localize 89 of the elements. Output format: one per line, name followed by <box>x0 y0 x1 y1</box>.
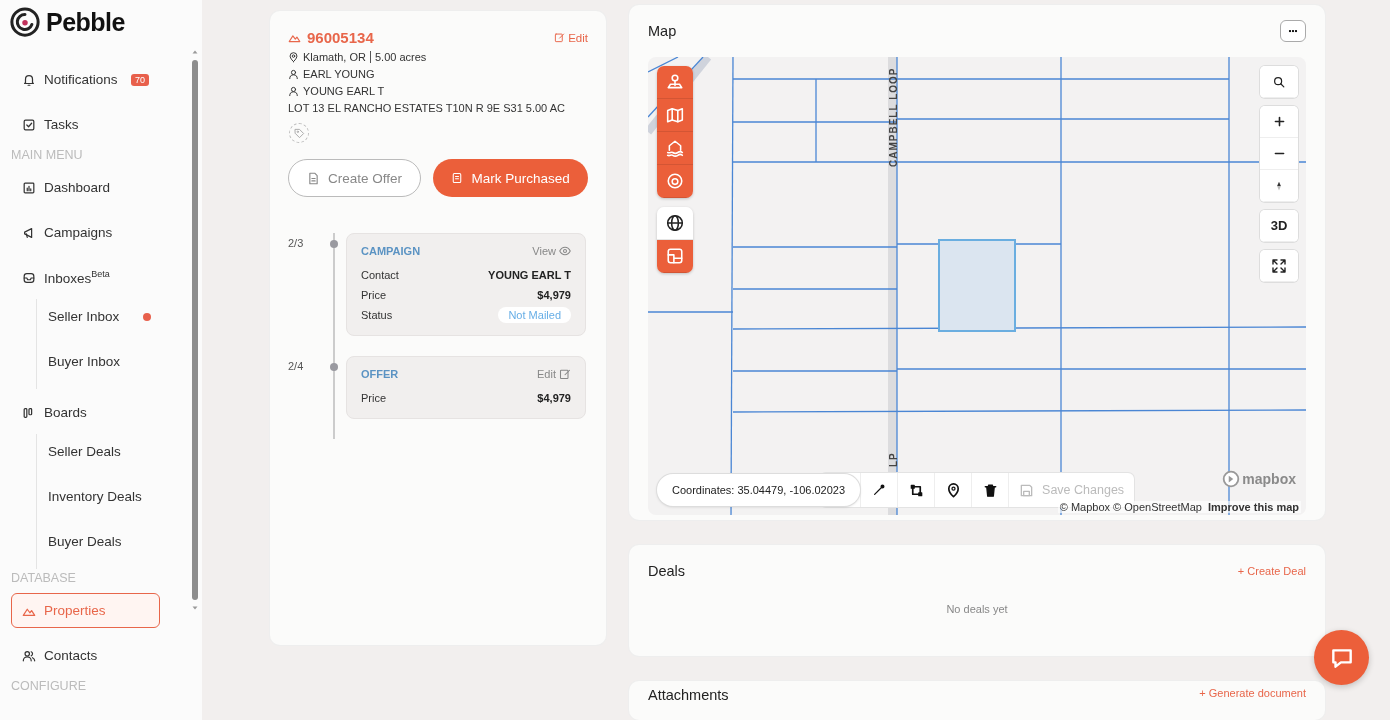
acreage-text: 5.00 acres <box>374 51 427 63</box>
scrollbar-thumb[interactable] <box>192 60 198 600</box>
card-title: OFFER <box>361 368 399 380</box>
nav-item[interactable]: Inboxes$^{Beta}$ <box>11 260 160 295</box>
target-icon <box>666 172 684 190</box>
trash-icon <box>982 482 998 498</box>
secondary-button[interactable]: Create Offer <box>288 159 422 197</box>
location-text: Klamath, OR <box>303 51 366 63</box>
street-label: LP <box>888 452 899 467</box>
property-id: 96005134 <box>307 29 374 46</box>
owner-name: YOUNG EARL T <box>303 85 385 97</box>
satellite-map-icon <box>666 247 684 265</box>
field-label: Contact <box>361 269 399 281</box>
layer-toggle[interactable] <box>657 165 693 198</box>
nav-item[interactable]: Notifications 70 <box>11 62 160 97</box>
inbox-icon <box>22 270 36 285</box>
scroll-up-icon <box>190 48 200 56</box>
spiral-logo-icon <box>10 7 40 37</box>
street-label: CAMPBELL LOOP <box>888 67 899 167</box>
timeline-dot <box>330 363 338 371</box>
square-nodes-icon <box>908 482 924 498</box>
timeline-dot <box>330 240 338 248</box>
bar-chart-icon <box>22 180 36 195</box>
status-pill: Not Mailed <box>498 307 571 323</box>
section-title: Map <box>648 23 677 39</box>
improve-map-link[interactable]: Improve this map <box>1207 501 1299 513</box>
search-icon <box>1272 74 1286 89</box>
app-logo: Pebble <box>46 7 125 37</box>
fullscreen-button[interactable] <box>1260 250 1298 282</box>
section-label: CONFIGURE <box>11 679 87 693</box>
nav-subitem[interactable]: Inventory Deals <box>45 479 158 514</box>
field-value: YOUNG EARL T <box>488 269 571 281</box>
scroll-down-icon <box>190 604 200 612</box>
document-icon <box>307 171 321 185</box>
nav-item[interactable]: Tasks <box>11 107 160 142</box>
step-counter: 2/3 <box>288 236 305 251</box>
layer-toggle[interactable] <box>657 66 693 99</box>
card-title: CAMPAIGN <box>361 245 421 257</box>
flood-house-icon <box>666 139 684 157</box>
coordinates-label: Coordinates: 35.04479, -106.02023 <box>657 474 861 506</box>
checkbox-icon <box>22 117 36 132</box>
map-logo: mapbox <box>1222 470 1296 488</box>
section-title: Deals <box>648 563 686 580</box>
person-icon <box>288 85 299 97</box>
basemap-button[interactable] <box>657 207 693 240</box>
location-pin-icon <box>288 51 299 63</box>
search-button[interactable] <box>1260 66 1298 98</box>
section-title: Attachments <box>648 686 729 703</box>
person-pin-icon <box>666 73 684 91</box>
legal-description: LOT 13 EL RANCHO ESTATES T10N R 9E S31 5.00 AC <box>288 102 565 114</box>
nav-subitem[interactable]: Buyer Deals <box>45 524 158 559</box>
globe-icon <box>666 214 684 232</box>
field-label: Status <box>361 309 393 321</box>
owner-name: EARL YOUNG <box>303 68 375 80</box>
line-icon <box>872 483 887 497</box>
chat-button[interactable] <box>1314 630 1369 685</box>
receipt-icon <box>451 172 464 184</box>
layer-toggle[interactable] <box>657 132 693 165</box>
edit-icon <box>559 368 571 380</box>
nav-subitem[interactable]: Seller Deals <box>45 434 158 469</box>
bell-icon <box>22 72 36 87</box>
nav-item[interactable]: Contacts <box>11 638 160 673</box>
map-logo-icon <box>1222 470 1241 488</box>
people-icon <box>22 648 36 663</box>
section-label: DATABASE <box>11 571 77 585</box>
eye-icon <box>559 245 571 257</box>
field-label: Price <box>361 392 387 404</box>
layer-toggle[interactable] <box>657 99 693 132</box>
more-button[interactable] <box>1280 20 1306 42</box>
field-value: $4,979 <box>537 392 571 404</box>
nav-item[interactable]: Dashboard <box>11 170 160 205</box>
nav-subitem[interactable]: Buyer Inbox <box>45 344 158 379</box>
expand-icon <box>1271 257 1287 274</box>
edit-icon <box>554 32 566 43</box>
tag-icon <box>293 127 305 139</box>
empty-state-text: No deals yet <box>945 603 1009 616</box>
count-badge: 70 <box>131 73 149 86</box>
field-label: Price <box>361 289 387 301</box>
plus-icon <box>1272 115 1286 128</box>
nav-item[interactable]: Campaigns <box>11 215 160 250</box>
3d-button[interactable]: 3D <box>1260 210 1298 242</box>
location-pin-icon <box>945 482 961 498</box>
map-icon <box>665 106 685 124</box>
step-counter: 2/4 <box>288 359 305 374</box>
person-icon <box>288 68 299 80</box>
field-value: $4,979 <box>537 289 571 301</box>
nav-item[interactable]: Boards <box>11 395 160 430</box>
nav-subitem[interactable]: Seller Inbox <box>45 299 158 334</box>
section-label: MAIN MENU <box>11 148 84 162</box>
